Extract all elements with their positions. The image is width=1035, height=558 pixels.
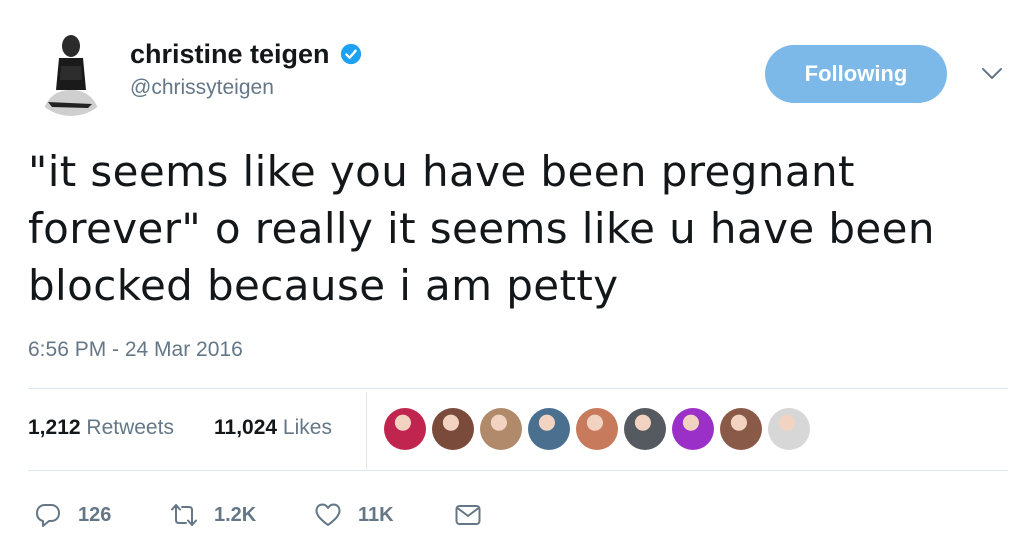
liker-avatar[interactable] (480, 408, 522, 450)
verified-badge-icon (340, 43, 362, 65)
retweets-label: Retweets (86, 416, 174, 439)
tweet-text-line: blocked because i am petty (28, 261, 619, 310)
divider (28, 388, 1008, 389)
tweet-text-line: forever" o really it seems like u have b… (28, 204, 935, 253)
author-avatar[interactable] (28, 30, 114, 116)
heart-icon (315, 503, 341, 526)
message-action[interactable] (454, 500, 482, 530)
divider (28, 470, 1008, 471)
profile-photo-icon (28, 30, 114, 116)
tweet-timestamp[interactable]: 6:56 PM - 24 Mar 2016 (28, 338, 243, 362)
reply-action[interactable]: 126 (34, 500, 111, 530)
envelope-icon (455, 505, 481, 525)
retweet-action[interactable]: 1.2K (170, 500, 256, 530)
tweet-stats: 1,212 Retweets 11,024 Likes (28, 392, 1008, 470)
retweets-stat[interactable]: 1,212 Retweets (28, 416, 174, 440)
liker-avatar[interactable] (384, 408, 426, 450)
reply-icon (36, 504, 60, 527)
like-action[interactable]: 11K (314, 500, 394, 530)
liker-avatar[interactable] (768, 408, 810, 450)
liker-avatar[interactable] (576, 408, 618, 450)
tweet-text: "it seems like you have been pregnant fo… (28, 143, 1008, 314)
stats-separator (366, 392, 367, 470)
author-handle[interactable]: @chrissyteigen (130, 76, 362, 100)
retweet-icon (171, 504, 197, 526)
author-display-name[interactable]: christine teigen (130, 38, 330, 70)
liker-avatar[interactable] (720, 408, 762, 450)
author-names: christine teigen @chrissyteigen (130, 38, 362, 100)
following-button[interactable]: Following (765, 45, 947, 103)
retweets-count: 1,212 (28, 416, 81, 439)
liker-avatar[interactable] (528, 408, 570, 450)
retweet-count: 1.2K (214, 503, 257, 526)
tweet-header: christine teigen @chrissyteigen Followin… (28, 30, 1018, 120)
liker-avatar[interactable] (624, 408, 666, 450)
liker-avatar[interactable] (672, 408, 714, 450)
tweet-text-line: "it seems like you have been pregnant (28, 147, 855, 196)
like-count: 11K (358, 503, 394, 526)
likes-label: Likes (282, 416, 332, 439)
liker-avatar[interactable] (432, 408, 474, 450)
reply-count: 126 (78, 503, 112, 526)
likes-count: 11,024 (214, 416, 278, 439)
tweet-actions: 126 1.2K 11K (28, 490, 1008, 538)
likes-stat[interactable]: 11,024 Likes (214, 416, 332, 440)
chevron-down-icon[interactable] (980, 64, 1004, 84)
